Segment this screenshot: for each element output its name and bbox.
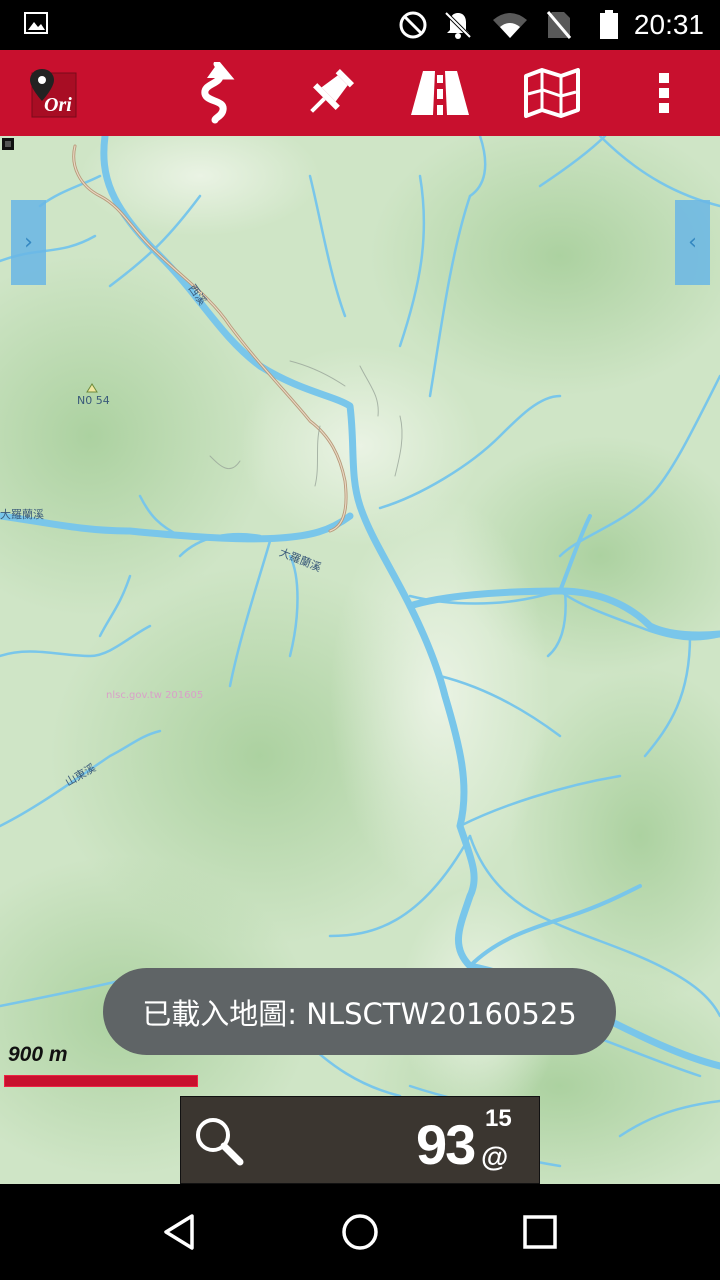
battery-icon [598, 10, 620, 44]
search-panel[interactable]: 93 15 @ [180, 1096, 540, 1184]
right-panel-tab[interactable]: ‹ [675, 200, 710, 285]
recents-icon [523, 1215, 557, 1249]
scale-label: 900 m [8, 1043, 68, 1066]
chevron-right-icon: › [24, 230, 33, 255]
no-sim-icon [546, 10, 572, 44]
map-icon [524, 68, 580, 118]
system-nav-bar [0, 1184, 720, 1280]
route-button[interactable] [185, 50, 245, 136]
app-logo-text: Ori [44, 94, 72, 116]
app-logo-icon: Ori [30, 69, 77, 118]
peak-label: N0 54 [77, 394, 110, 407]
river-label: 大羅蘭溪 [0, 508, 44, 521]
toast-text: 已載入地圖: NLSCTW20160525 [142, 996, 577, 1031]
zoom-level: 15 [485, 1105, 512, 1132]
wifi-icon [491, 10, 529, 44]
search-icon[interactable] [193, 1115, 245, 1171]
route-icon [201, 62, 235, 124]
status-bar: 20:31 [0, 0, 720, 50]
result-count: 93 [416, 1113, 476, 1176]
left-panel-tab[interactable]: › [11, 200, 46, 285]
dnd-icon [398, 10, 428, 44]
map-button[interactable] [520, 50, 584, 136]
more-vert-icon [659, 73, 669, 113]
recents-button[interactable] [480, 1184, 600, 1280]
home-icon [342, 1214, 378, 1250]
image-icon [24, 10, 48, 42]
notifications-off-icon [443, 10, 473, 44]
back-icon [164, 1214, 194, 1250]
road-button[interactable] [408, 50, 472, 136]
scale-bar [4, 1075, 198, 1087]
toolbar: Ori [0, 50, 720, 136]
back-button[interactable] [120, 1184, 240, 1280]
status-time: 20:31 [633, 9, 704, 40]
chevron-left-icon: ‹ [688, 230, 697, 255]
road-icon [411, 71, 469, 115]
app-logo-button[interactable]: Ori [22, 50, 82, 136]
toast-message: 已載入地圖: NLSCTW20160525 [103, 968, 616, 1055]
at-symbol: @ [481, 1141, 509, 1172]
more-options-button[interactable] [642, 50, 686, 136]
map-watermark: nlsc.gov.tw 201605 [106, 690, 204, 701]
pin-button[interactable] [298, 50, 362, 136]
pin-icon [310, 68, 355, 113]
home-button[interactable] [300, 1184, 420, 1280]
